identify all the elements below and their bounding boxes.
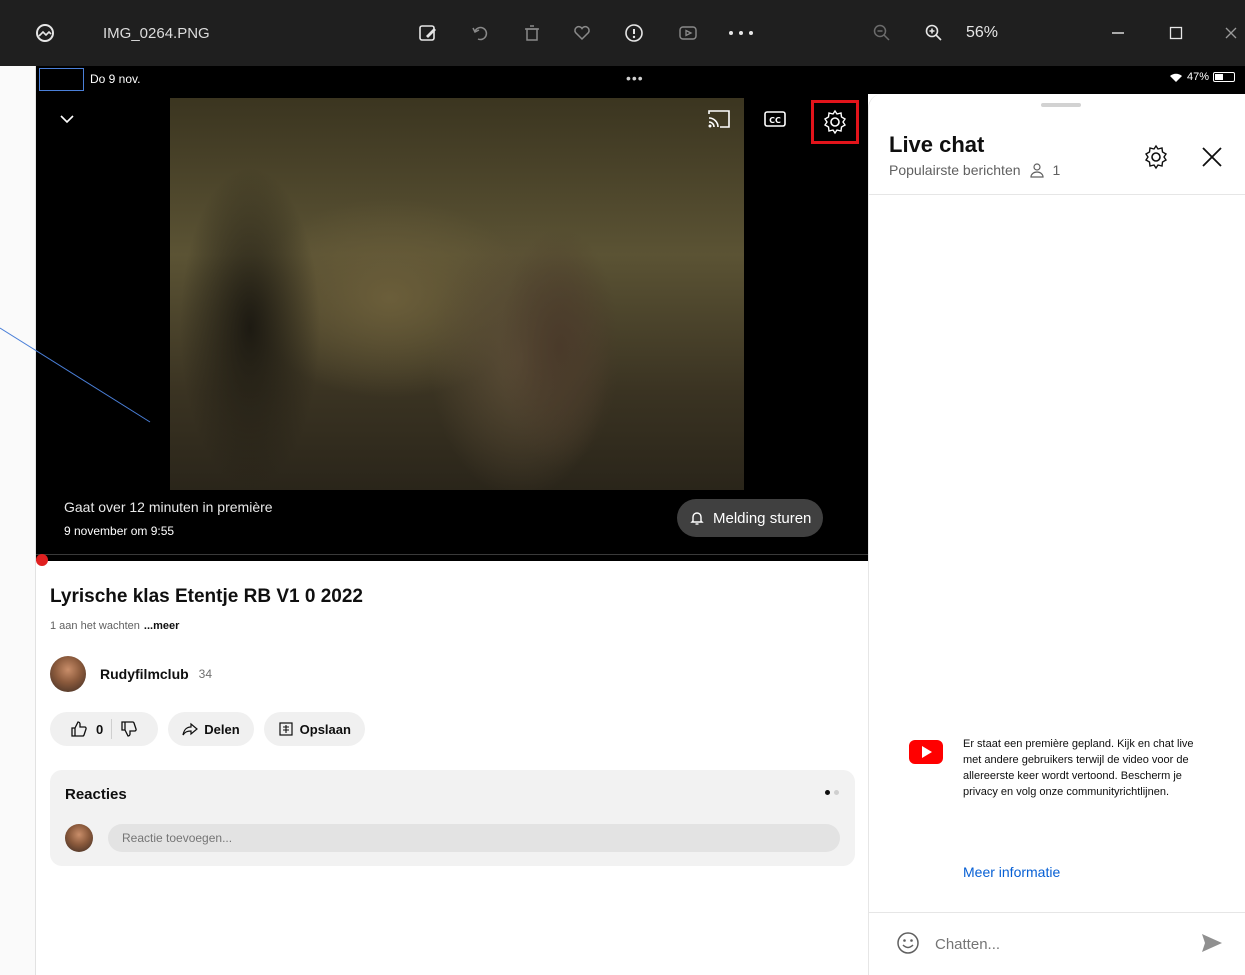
more-link[interactable]: ...meer	[144, 620, 179, 632]
share-icon	[182, 721, 199, 737]
carousel-dot-active	[825, 790, 830, 795]
wifi-icon	[1169, 72, 1183, 83]
svg-text:CC: CC	[769, 116, 781, 125]
notify-button[interactable]: Melding sturen	[677, 499, 824, 537]
dislike-button[interactable]	[112, 720, 146, 738]
youtube-logo-icon	[909, 740, 943, 764]
drag-handle[interactable]	[1041, 103, 1081, 107]
channel-avatar[interactable]	[50, 656, 86, 692]
video-title: Lyrische klas Etentje RB V1 0 2022	[50, 586, 363, 607]
live-chat-panel: Live chat Populairste berichten 1 Er sta…	[868, 94, 1245, 975]
maximize-icon[interactable]	[1162, 19, 1190, 47]
settings-gear-icon[interactable]	[822, 109, 848, 135]
captions-icon[interactable]: CC	[763, 109, 787, 129]
zoom-level[interactable]: 56%	[966, 22, 998, 44]
person-icon	[1029, 162, 1045, 178]
close-chat-icon[interactable]	[1199, 144, 1225, 170]
share-button[interactable]: Delen	[168, 712, 254, 746]
thumbs-up-icon	[70, 720, 88, 738]
zoom-out-icon[interactable]	[868, 19, 896, 47]
status-date: Do 9 nov.	[90, 72, 141, 86]
zoom-in-icon[interactable]	[920, 19, 948, 47]
video-frame[interactable]	[170, 98, 744, 490]
chat-settings-gear-icon[interactable]	[1143, 144, 1169, 170]
favorite-icon[interactable]	[568, 19, 596, 47]
channel-name[interactable]: Rudyfilmclub	[100, 666, 189, 682]
chat-title: Live chat	[889, 132, 985, 157]
notify-label: Melding sturen	[713, 509, 812, 527]
like-count: 0	[96, 721, 104, 737]
save-label: Opslaan	[299, 721, 351, 737]
multitasking-dots[interactable]: •••	[626, 70, 644, 86]
close-window-icon[interactable]	[1220, 19, 1242, 47]
chat-mode-label: Populairste berichten	[889, 162, 1021, 178]
rotate-icon[interactable]	[466, 19, 494, 47]
progress-track	[36, 554, 868, 555]
ipad-status-bar: Do 9 nov. ••• 47%	[36, 66, 1245, 94]
status-indicators: 47%	[1169, 71, 1235, 83]
cast-icon[interactable]	[706, 108, 732, 130]
comments-title: Reacties	[65, 786, 127, 803]
send-icon[interactable]	[1199, 930, 1225, 956]
progress-scrubber[interactable]	[36, 554, 48, 566]
premiere-notice: Er staat een première gepland. Kijk en c…	[963, 738, 1194, 798]
divider	[869, 912, 1245, 913]
premiere-countdown: Gaat over 12 minuten in première	[64, 499, 273, 515]
comments-section[interactable]: Reacties	[50, 770, 855, 866]
divider	[869, 194, 1245, 195]
viewer-margin	[0, 66, 36, 975]
photos-app-icon	[34, 22, 56, 44]
user-avatar	[65, 824, 93, 852]
subscriber-count: 34	[198, 667, 213, 681]
premiere-date: 9 november om 9:55	[64, 524, 175, 538]
slideshow-icon[interactable]	[674, 19, 702, 47]
save-button[interactable]: Opslaan	[263, 712, 365, 746]
battery-level-fill	[1215, 74, 1224, 80]
carousel-dots	[825, 790, 839, 795]
battery-percent: 47%	[1186, 71, 1209, 83]
file-name: IMG_0264.PNG	[103, 24, 210, 42]
like-button[interactable]: 0	[62, 720, 111, 738]
carousel-dot	[834, 790, 839, 795]
share-label: Delen	[204, 721, 240, 737]
selection-box	[39, 68, 84, 91]
chat-input[interactable]	[935, 932, 1185, 956]
waiting-count: 1 aan het wachten	[50, 620, 140, 632]
minimize-icon[interactable]	[1104, 19, 1132, 47]
more-options-icon[interactable]	[724, 19, 758, 47]
video-description-row[interactable]: 1 aan het wachten ...meer	[50, 620, 179, 632]
chat-mode-selector[interactable]: Populairste berichten 1	[889, 162, 1060, 178]
comment-input[interactable]	[108, 824, 840, 852]
chevron-down-icon[interactable]	[56, 108, 78, 130]
battery-icon	[1213, 72, 1235, 82]
video-player[interactable]: CC Gaat over 12 minuten in première 9 no…	[36, 94, 868, 561]
more-info-link[interactable]: Meer informatie	[963, 864, 1060, 880]
save-playlist-icon	[278, 721, 294, 737]
action-buttons: 0 Delen Opslaan	[50, 712, 365, 746]
edit-image-icon[interactable]	[414, 19, 442, 47]
viewer-title-bar: IMG_0264.PNG 56%	[0, 0, 1245, 66]
info-icon[interactable]	[620, 19, 648, 47]
thumbs-down-icon	[120, 720, 138, 738]
bell-icon	[689, 510, 705, 526]
delete-icon[interactable]	[518, 19, 546, 47]
screenshot-content: Do 9 nov. ••• 47% CC Gaat over 12 minute…	[0, 66, 1245, 975]
photos-viewer-window: IMG_0264.PNG 56% Do 9 nov. ••• 47% CC Ga…	[0, 0, 1245, 975]
emoji-icon[interactable]	[895, 930, 921, 956]
like-dislike-pill: 0	[50, 712, 159, 746]
channel-row[interactable]: Rudyfilmclub 34	[50, 656, 212, 692]
viewer-count: 1	[1052, 162, 1061, 178]
